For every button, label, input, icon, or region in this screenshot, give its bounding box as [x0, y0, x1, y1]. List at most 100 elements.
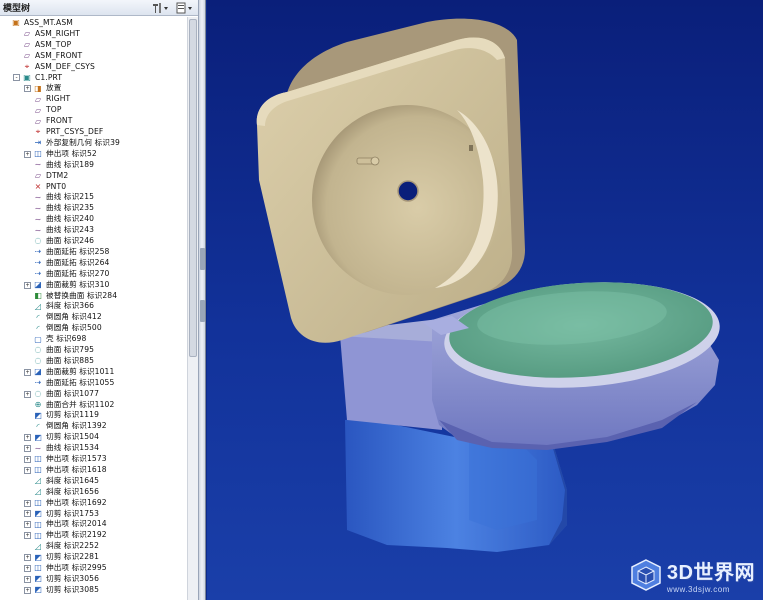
panel-splitter[interactable]	[199, 0, 206, 600]
tree-item[interactable]: + ◫ 伸出项 标识2995	[24, 563, 107, 574]
expand-icon[interactable]: +	[24, 564, 31, 572]
tree-item[interactable]: ▱ ASM_FRONT	[13, 51, 82, 62]
tree-item-label: 曲面延拓 标识264	[46, 257, 110, 267]
tree-item[interactable]: ⇢ 曲面延拓 标识258	[24, 247, 110, 258]
tree-item[interactable]: ◌ 曲面 标识885	[24, 356, 94, 367]
tree-item[interactable]: ◜ 倒圆角 标识412	[24, 312, 102, 323]
tree-item[interactable]: ∼ 曲线 标识243	[24, 225, 94, 236]
tree-item[interactable]: ∼ 曲线 标识240	[24, 214, 94, 225]
tree-item[interactable]: ▱ ASM_TOP	[13, 40, 71, 51]
tree-item-label: TOP	[46, 105, 62, 115]
expand-icon[interactable]: +	[24, 390, 31, 398]
tree-item[interactable]: ∼ 曲线 标识215	[24, 192, 94, 203]
tree-item[interactable]: + ◩ 切剪 标识3056	[24, 574, 99, 585]
expand-icon[interactable]: +	[24, 466, 31, 474]
tree-settings-icon[interactable]	[150, 1, 172, 15]
tree-item[interactable]: ▱ DTM2	[24, 171, 68, 182]
tree-item[interactable]: ◧ 被替换曲面 标识284	[24, 291, 117, 302]
tree-item[interactable]: + ◩ 切剪 标识3085	[24, 585, 99, 596]
tree-item[interactable]: + ◪ 曲面裁剪 标识310	[24, 280, 109, 291]
tree-item[interactable]: + ◩ 切剪 标识2281	[24, 552, 99, 563]
expand-icon[interactable]: +	[24, 150, 31, 158]
tree-item-label: DTM2	[46, 170, 69, 180]
surface-icon: ◌	[34, 356, 42, 366]
expand-icon[interactable]: +	[24, 575, 31, 583]
extrude-icon: ◫	[34, 149, 42, 159]
tree-item[interactable]: ◌ 曲面 标识246	[24, 236, 94, 247]
tree-item[interactable]: + ◫ 伸出项 标识1573	[24, 454, 107, 465]
tree-item[interactable]: ◿ 斜度 标识1645	[24, 476, 99, 487]
expand-icon[interactable]: +	[24, 554, 31, 562]
collapse-icon[interactable]: -	[13, 74, 20, 82]
tree-item-label: 曲面 标识1077	[46, 388, 100, 398]
tree-item[interactable]: ⇢ 曲面延拓 标识270	[24, 269, 110, 280]
tree-item[interactable]: ◜ 倒圆角 标识500	[24, 323, 102, 334]
tree-item[interactable]: + ◪ 曲面裁剪 标识1011	[24, 367, 114, 378]
tree-item[interactable]: + ◫ 伸出项 标识52	[24, 149, 97, 160]
tree-item[interactable]: + ◌ 曲面 标识1077	[24, 389, 99, 400]
tree-item[interactable]: ▱ TOP	[24, 105, 62, 116]
tree-item[interactable]: + ◫ 伸出项 标识1618	[24, 465, 107, 476]
csys-icon: ⌖	[24, 62, 30, 72]
tree-item[interactable]: - ▣ C1.PRT	[13, 73, 62, 84]
expand-icon[interactable]: +	[24, 455, 31, 463]
tree-item[interactable]: ⌖ PRT_CSYS_DEF	[24, 127, 104, 138]
tree-item[interactable]: + ∼ 曲线 标识1534	[24, 443, 99, 454]
tree-scrollbar-thumb[interactable]	[189, 19, 197, 357]
tree-item[interactable]: + ◩ 切剪 标识1753	[24, 509, 99, 520]
tree-item[interactable]: + ◫ 伸出项 标识2014	[24, 519, 107, 530]
expand-icon[interactable]: +	[24, 281, 31, 289]
tree-item[interactable]: + ◫ 伸出项 标识1692	[24, 498, 107, 509]
tree-item-label: 放置	[46, 83, 62, 93]
tree-item[interactable]: + ◩ 切剪 标识1504	[24, 432, 99, 443]
tree-item[interactable]: ⇢ 曲面延拓 标识1055	[24, 378, 115, 389]
expand-icon[interactable]: +	[24, 85, 31, 93]
tree-item-label: 切剪 标识1119	[46, 410, 100, 420]
tree-item[interactable]: + ◨ 放置	[24, 83, 61, 94]
graphics-viewport[interactable]: 3D世界网 www.3dsjw.com	[207, 0, 763, 600]
tree-filter-icon[interactable]	[174, 1, 196, 15]
tree-item[interactable]: + ◫ 伸出项 标识2192	[24, 530, 107, 541]
expand-icon[interactable]: +	[24, 499, 31, 507]
draft-icon: ◿	[34, 541, 42, 551]
tree-item[interactable]: ⌖ ASM_DEF_CSYS	[13, 62, 95, 73]
tree-item[interactable]: ⇢ 曲面延拓 标识264	[24, 257, 110, 269]
tree-item-label: 曲面裁剪 标识1011	[46, 366, 115, 376]
tree-item[interactable]: ▱ ASM_RIGHT	[13, 29, 80, 40]
tree-item[interactable]: ▣ ASS_MT.ASM	[2, 18, 73, 29]
expand-icon[interactable]: +	[24, 510, 31, 518]
tree-item[interactable]: × PNT0	[24, 182, 66, 193]
tree-item[interactable]: ◩ 切剪 标识1119	[24, 410, 99, 421]
tree-item[interactable]: ▱ FRONT	[24, 116, 72, 127]
tree-item[interactable]: ⊕ 曲面合并 标识1102	[24, 400, 115, 411]
tree-item-label: 斜度 标识2252	[46, 541, 100, 551]
tree-item[interactable]: ⇥ 外部复制几何 标识39	[24, 138, 120, 149]
splitter-grip-bottom[interactable]	[200, 300, 205, 322]
expand-icon[interactable]: +	[24, 434, 31, 442]
tree-scrollbar[interactable]	[187, 17, 198, 600]
tree-item[interactable]: ∼ 曲线 标识235	[24, 203, 94, 214]
tree-item[interactable]: ◜ 倒圆角 标识1392	[24, 421, 107, 432]
expand-icon[interactable]: +	[24, 445, 31, 453]
tree-item[interactable]: ◿ 斜度 标识1656	[24, 487, 99, 498]
tree-item[interactable]: ▱ RIGHT	[24, 94, 70, 105]
tree-item[interactable]: ◿ 斜度 标识2252	[24, 541, 99, 552]
extrude-icon: ◫	[34, 530, 42, 540]
expand-icon[interactable]: +	[24, 521, 31, 529]
tree-item[interactable]: ▢ 壳 标识698	[24, 334, 86, 345]
cut-icon: ◩	[34, 585, 42, 595]
tree-item[interactable]: ◿ 斜度 标识366	[24, 301, 94, 312]
tree-item-label: 曲线 标识1534	[46, 443, 100, 453]
tree-item-label: ASM_RIGHT	[35, 28, 81, 38]
expand-icon[interactable]: +	[24, 532, 31, 540]
expand-icon[interactable]: +	[24, 586, 31, 594]
tree-item[interactable]: ◌ 曲面 标识795	[24, 345, 94, 356]
splitter-grip-top[interactable]	[200, 248, 205, 270]
extend-icon: ⇢	[34, 269, 42, 279]
cut-icon: ◩	[34, 410, 42, 420]
curve-icon: ∼	[34, 225, 42, 235]
expand-icon[interactable]: +	[24, 368, 31, 376]
tree-item[interactable]: ∼ 曲线 标识189	[24, 160, 94, 171]
toilet-3d-model[interactable]	[207, 0, 763, 600]
tree-item-label: 斜度 标识1645	[46, 475, 100, 485]
